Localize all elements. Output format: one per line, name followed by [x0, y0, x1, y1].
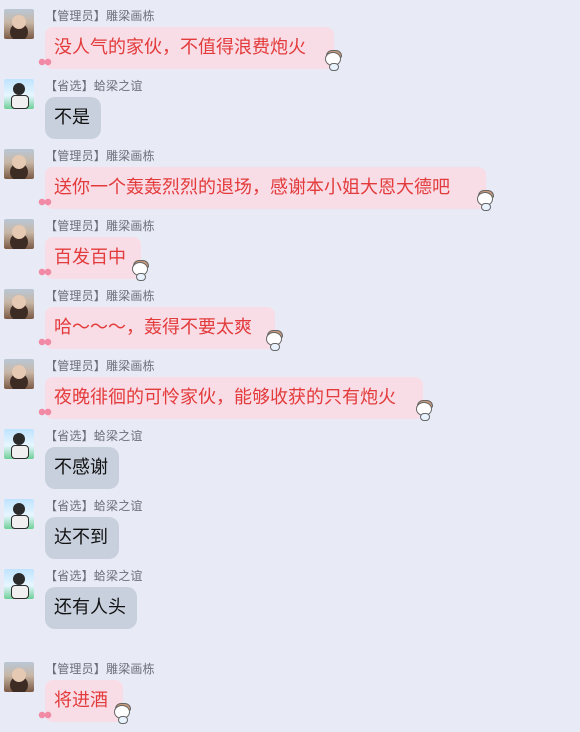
pink-decoration-icon — [38, 57, 52, 67]
avatar[interactable] — [4, 429, 34, 459]
chat-message: 【管理员】雕梁画栋 送你一个轰轰烈烈的退场，感谢本小姐大恩大德吧 — [0, 140, 580, 211]
avatar[interactable] — [4, 219, 34, 249]
avatar[interactable] — [4, 289, 34, 319]
message-bubble: 没人气的家伙，不值得浪费炮火 — [45, 27, 334, 69]
pink-decoration-icon — [38, 710, 52, 720]
sender-name: 【管理员】雕梁画栋 — [45, 149, 155, 163]
cartoon-sticker-icon — [130, 260, 150, 281]
cartoon-sticker-icon — [323, 50, 343, 71]
pink-decoration-icon — [38, 197, 52, 207]
sender-name: 【省选】蛤梁之谊 — [45, 429, 143, 443]
sender-name: 【省选】蛤梁之谊 — [45, 79, 143, 93]
chat-message: 【省选】蛤梁之谊 还有人头 — [0, 560, 580, 630]
cartoon-sticker-icon — [475, 190, 495, 211]
chat-message: 【省选】蛤梁之谊 不是 — [0, 70, 580, 140]
cartoon-sticker-icon — [264, 330, 284, 351]
avatar[interactable] — [4, 662, 34, 692]
message-bubble: 哈～～～，轰得不要太爽 — [45, 307, 275, 349]
avatar[interactable] — [4, 359, 34, 389]
message-bubble: 还有人头 — [45, 587, 137, 629]
avatar[interactable] — [4, 569, 34, 599]
sender-name: 【管理员】雕梁画栋 — [45, 289, 155, 303]
sender-name: 【管理员】雕梁画栋 — [45, 662, 155, 676]
chat-message: 【省选】蛤梁之谊 不感谢 — [0, 420, 580, 490]
avatar[interactable] — [4, 499, 34, 529]
chat-log: 【管理员】雕梁画栋 没人气的家伙，不值得浪费炮火 【省选】蛤梁之谊 不是 【管理… — [0, 0, 580, 732]
avatar[interactable] — [4, 79, 34, 109]
chat-message: 【省选】蛤梁之谊 达不到 — [0, 490, 580, 560]
chat-message: 【管理员】雕梁画栋 哈～～～，轰得不要太爽 — [0, 280, 580, 351]
message-bubble: 送你一个轰轰烈烈的退场，感谢本小姐大恩大德吧 — [45, 167, 486, 209]
avatar[interactable] — [4, 9, 34, 39]
message-bubble: 达不到 — [45, 517, 119, 559]
chat-message: 【管理员】雕梁画栋 没人气的家伙，不值得浪费炮火 — [0, 0, 580, 71]
cartoon-sticker-icon — [112, 703, 132, 724]
avatar[interactable] — [4, 149, 34, 179]
sender-name: 【省选】蛤梁之谊 — [45, 499, 143, 513]
sender-name: 【省选】蛤梁之谊 — [45, 569, 143, 583]
message-bubble: 不感谢 — [45, 447, 119, 489]
cartoon-sticker-icon — [414, 400, 434, 421]
chat-message: 【管理员】雕梁画栋 将进酒 — [0, 653, 580, 724]
sender-name: 【管理员】雕梁画栋 — [45, 219, 155, 233]
message-bubble: 不是 — [45, 97, 101, 139]
message-bubble: 夜晚徘徊的可怜家伙，能够收获的只有炮火 — [45, 377, 423, 419]
chat-message: 【管理员】雕梁画栋 夜晚徘徊的可怜家伙，能够收获的只有炮火 — [0, 350, 580, 421]
chat-message: 【管理员】雕梁画栋 百发百中 — [0, 210, 580, 281]
pink-decoration-icon — [38, 267, 52, 277]
message-bubble: 百发百中 — [45, 237, 141, 279]
pink-decoration-icon — [38, 337, 52, 347]
sender-name: 【管理员】雕梁画栋 — [45, 9, 155, 23]
sender-name: 【管理员】雕梁画栋 — [45, 359, 155, 373]
pink-decoration-icon — [38, 407, 52, 417]
